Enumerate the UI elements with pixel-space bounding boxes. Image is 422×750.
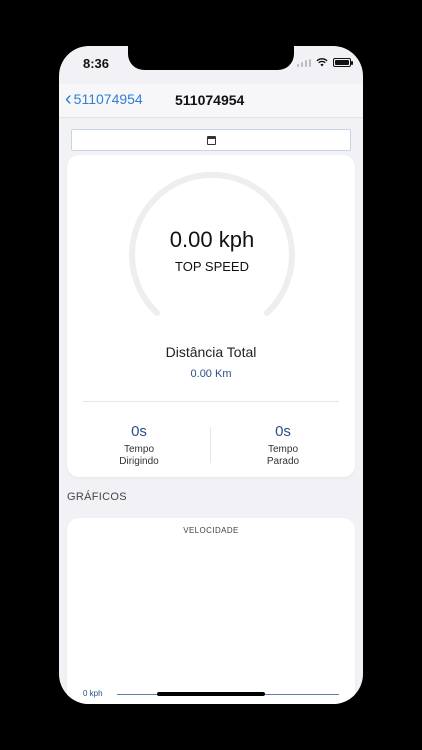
wifi-icon	[316, 58, 328, 67]
battery-icon	[333, 58, 353, 67]
page-title: 511074954	[175, 92, 245, 108]
stopped-time-label-line2: Parado	[266, 456, 300, 467]
stopped-time-label-line1: Tempo	[267, 444, 298, 455]
stopped-time-value: 0s	[275, 423, 291, 440]
total-distance-value: 0.00 Km	[190, 368, 232, 380]
cellular-signal-icon	[297, 58, 311, 67]
speed-chart-card: VELOCIDADE 0 kph	[67, 518, 355, 704]
speed-gauge: 0.00 kph TOP SPEED	[127, 165, 297, 325]
chart-title: VELOCIDADE	[183, 526, 239, 535]
calendar-icon	[206, 135, 216, 145]
date-picker-field[interactable]	[71, 129, 351, 151]
status-icons	[297, 58, 353, 67]
top-speed-label: TOP SPEED	[175, 259, 249, 274]
back-button[interactable]: ‹ 511074954	[65, 88, 143, 110]
back-button-label: 511074954	[73, 91, 143, 107]
trip-stats-card: 0.00 kph TOP SPEED Distância Total 0.00 …	[67, 155, 355, 477]
status-time: 8:36	[83, 56, 110, 71]
chevron-left-icon: ‹	[65, 88, 72, 110]
top-speed-value: 0.00 kph	[169, 227, 255, 252]
y-tick-label: 0 kph	[83, 689, 103, 698]
driving-time-value: 0s	[131, 423, 147, 440]
charts-section-title: GRÁFICOS	[67, 491, 127, 503]
home-indicator[interactable]	[157, 692, 265, 696]
driving-time-label-line2: Dirigindo	[119, 456, 159, 467]
stopped-time: 0s Tempo Parado	[211, 423, 355, 468]
driving-time-label-line1: Tempo	[123, 444, 154, 455]
total-distance-label: Distância Total	[165, 344, 257, 360]
stopped-time-label: Tempo Parado	[211, 444, 355, 468]
status-bar: 8:36	[59, 46, 363, 84]
navigation-bar: ‹ 511074954 511074954	[59, 84, 363, 118]
phone-screen: 8:36 ‹ 511074954 511074954 0.00 kph TOP …	[59, 46, 363, 704]
driving-time-label: Tempo Dirigindo	[67, 444, 211, 468]
driving-time: 0s Tempo Dirigindo	[67, 423, 211, 468]
divider	[83, 401, 339, 402]
